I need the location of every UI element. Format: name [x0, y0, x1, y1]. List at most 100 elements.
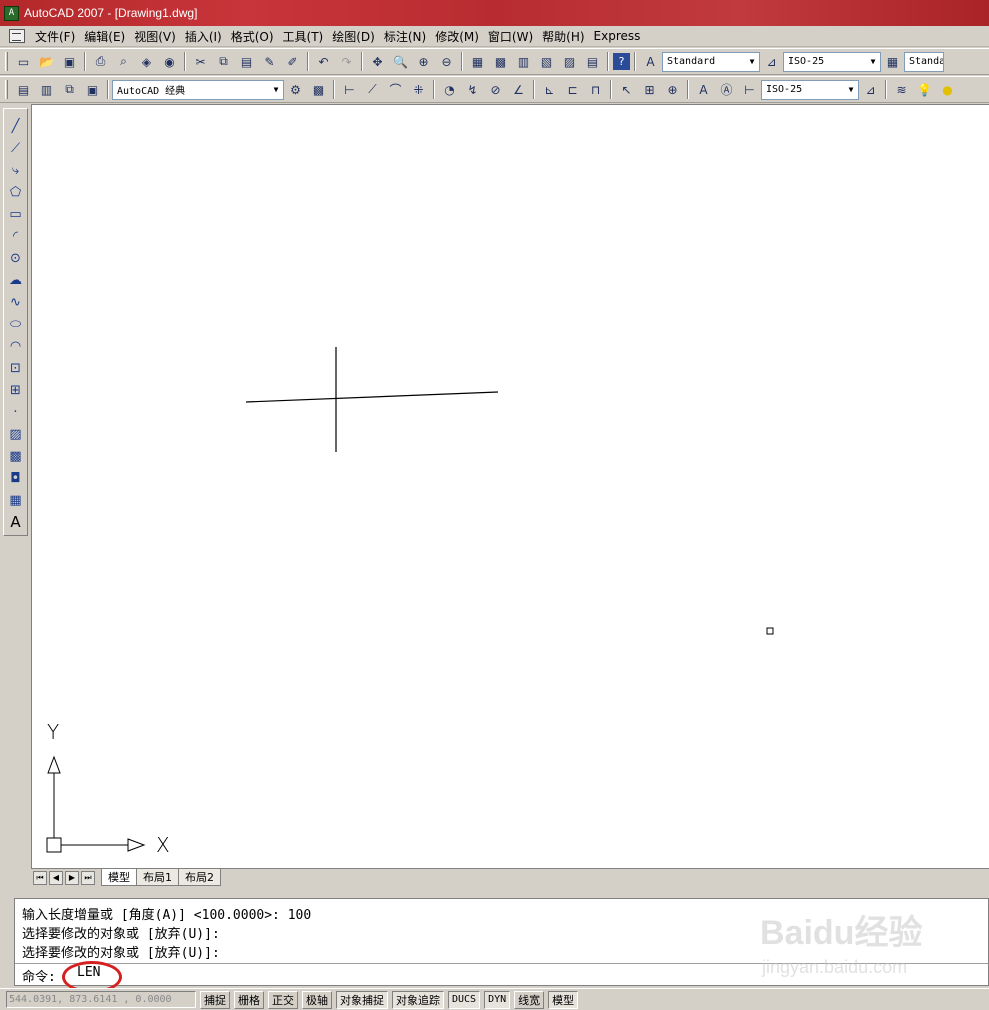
viewport-icon[interactable]: ⧉: [59, 79, 80, 100]
toolbar-grip[interactable]: [5, 52, 8, 71]
next-tab-icon[interactable]: ▶: [65, 870, 79, 885]
new-file-icon[interactable]: ▭: [13, 51, 34, 72]
linear-dim-icon[interactable]: ⊢: [339, 79, 360, 100]
center-mark-icon[interactable]: ⊕: [662, 79, 683, 100]
lightbulb-icon[interactable]: 💡: [914, 79, 935, 100]
text-style-select[interactable]: Standard ▼: [662, 51, 760, 72]
status-ducs-button[interactable]: DUCS: [448, 990, 481, 1009]
3d-dwf-icon[interactable]: ◉: [159, 51, 180, 72]
block-editor-icon[interactable]: ✐: [282, 51, 303, 72]
construction-line-icon[interactable]: ⟋: [6, 137, 26, 159]
table-style-select[interactable]: Standa: [904, 51, 944, 72]
status-polar-button[interactable]: 极轴: [302, 990, 332, 1009]
menu-format[interactable]: 格式(O): [227, 28, 279, 45]
toolbar-grip[interactable]: [5, 80, 8, 99]
arc-icon[interactable]: ◜: [6, 225, 26, 247]
quick-leader-icon[interactable]: ↖: [616, 79, 637, 100]
redo-icon[interactable]: ↷: [336, 51, 357, 72]
markup-icon[interactable]: ▨: [559, 51, 580, 72]
jogged-dim-icon[interactable]: ↯: [462, 79, 483, 100]
dim-text-edit-icon[interactable]: Ⓐ: [716, 79, 737, 100]
dim-update-icon[interactable]: ⊢: [739, 79, 760, 100]
workspace-save-icon[interactable]: ▩: [308, 79, 329, 100]
status-model-button[interactable]: 模型: [548, 990, 579, 1009]
prev-tab-icon[interactable]: ◀: [49, 870, 63, 885]
polyline-icon[interactable]: ⤷: [6, 159, 26, 181]
text-style-icon[interactable]: A: [640, 51, 661, 72]
tab-layout2[interactable]: 布局2: [178, 869, 221, 886]
rectangle-icon[interactable]: ▭: [6, 203, 26, 225]
calculator-icon[interactable]: ▤: [582, 51, 603, 72]
revision-cloud-icon[interactable]: ☁: [6, 269, 26, 291]
design-center-icon[interactable]: ▩: [490, 51, 511, 72]
status-dyn-button[interactable]: DYN: [484, 990, 511, 1009]
menu-tools[interactable]: 工具(T): [279, 28, 329, 45]
spline-icon[interactable]: ∿: [6, 291, 26, 313]
arc-length-dim-icon[interactable]: ⌒: [385, 79, 406, 100]
angular-dim-icon[interactable]: ∠: [508, 79, 529, 100]
coordinate-display[interactable]: 544.0391, 873.6141 , 0.0000: [6, 991, 196, 1008]
last-tab-icon[interactable]: ⏭: [81, 870, 95, 885]
cut-icon[interactable]: ✂: [190, 51, 211, 72]
make-block-icon[interactable]: ⊞: [6, 379, 26, 401]
menu-help[interactable]: 帮助(H): [538, 28, 589, 45]
region-icon[interactable]: ◘: [6, 467, 26, 489]
menu-insert[interactable]: 插入(I): [181, 28, 227, 45]
radius-dim-icon[interactable]: ◔: [439, 79, 460, 100]
first-tab-icon[interactable]: ⏮: [33, 870, 47, 885]
zoom-previous-icon[interactable]: ⊖: [436, 51, 457, 72]
properties-icon[interactable]: ▦: [467, 51, 488, 72]
menu-modify[interactable]: 修改(M): [431, 28, 484, 45]
dim-style-select-2[interactable]: ISO-25 ▼: [761, 79, 859, 100]
point-icon[interactable]: ·: [6, 401, 26, 423]
menu-window[interactable]: 窗口(W): [484, 28, 538, 45]
ordinate-dim-icon[interactable]: ⁜: [408, 79, 429, 100]
paste-icon[interactable]: ▤: [236, 51, 257, 72]
print-icon[interactable]: ⎙: [90, 51, 111, 72]
open-file-icon[interactable]: 📂: [36, 51, 57, 72]
ellipse-arc-icon[interactable]: ◠: [6, 335, 26, 357]
menu-express[interactable]: Express: [590, 29, 646, 43]
status-otrack-button[interactable]: 对象追踪: [392, 990, 444, 1009]
status-snap-button[interactable]: 捕捉: [200, 990, 230, 1009]
line-icon[interactable]: ╱: [6, 115, 26, 137]
sheet-set-icon[interactable]: ▧: [536, 51, 557, 72]
ellipse-icon[interactable]: ⬭: [6, 313, 26, 335]
publish-icon[interactable]: ◈: [136, 51, 157, 72]
dim-style-icon[interactable]: ⊿: [761, 51, 782, 72]
table-icon[interactable]: ▦: [6, 489, 26, 511]
dim-edit-icon[interactable]: A: [693, 79, 714, 100]
tolerance-icon[interactable]: ⊞: [639, 79, 660, 100]
drawn-horizontal-line[interactable]: [245, 391, 499, 403]
menu-dimension[interactable]: 标注(N): [380, 28, 431, 45]
multiline-text-icon[interactable]: A: [6, 511, 26, 533]
baseline-dim-icon[interactable]: ⊏: [562, 79, 583, 100]
quick-dim-icon[interactable]: ⊾: [539, 79, 560, 100]
circle-icon[interactable]: ⊙: [6, 247, 26, 269]
undo-icon[interactable]: ↶: [313, 51, 334, 72]
continue-dim-icon[interactable]: ⊓: [585, 79, 606, 100]
help-icon[interactable]: ?: [613, 53, 630, 70]
tab-model[interactable]: 模型: [101, 869, 137, 886]
dim-style-manager-icon[interactable]: ⊿: [860, 79, 881, 100]
status-osnap-button[interactable]: 对象捕捉: [336, 990, 388, 1009]
sun-icon[interactable]: ●: [937, 79, 958, 100]
drawing-canvas[interactable]: Y X: [31, 104, 989, 868]
insert-block-icon[interactable]: ⊡: [6, 357, 26, 379]
status-grid-button[interactable]: 栅格: [234, 990, 264, 1009]
viewport-alt-icon[interactable]: ▣: [82, 79, 103, 100]
pan-icon[interactable]: ✥: [367, 51, 388, 72]
tool-palettes-icon[interactable]: ▥: [513, 51, 534, 72]
layers-icon[interactable]: ≋: [891, 79, 912, 100]
gradient-icon[interactable]: ▩: [6, 445, 26, 467]
menu-edit[interactable]: 编辑(E): [80, 28, 130, 45]
menu-file[interactable]: 文件(F): [31, 28, 80, 45]
zoom-window-icon[interactable]: ⊕: [413, 51, 434, 72]
diameter-dim-icon[interactable]: ⊘: [485, 79, 506, 100]
zoom-realtime-icon[interactable]: 🔍: [390, 51, 411, 72]
polygon-icon[interactable]: ⬠: [6, 181, 26, 203]
layout-icon[interactable]: ▤: [13, 79, 34, 100]
status-lineweight-button[interactable]: 线宽: [514, 990, 545, 1009]
document-icon[interactable]: [9, 29, 25, 43]
status-ortho-button[interactable]: 正交: [268, 990, 298, 1009]
